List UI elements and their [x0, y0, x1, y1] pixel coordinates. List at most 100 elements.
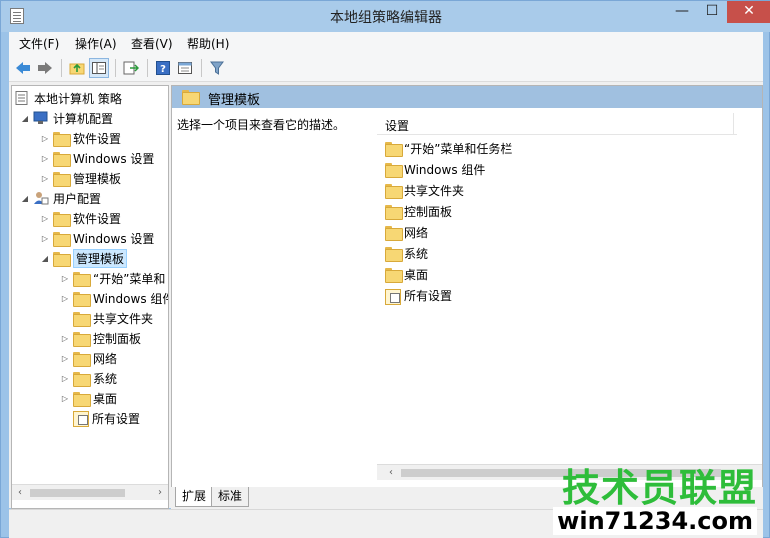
expand-icon[interactable]: ▷ — [40, 233, 50, 243]
tab-standard[interactable]: 标准 — [211, 487, 250, 507]
scroll-left-icon[interactable]: ‹ — [12, 485, 28, 501]
expand-icon[interactable]: ▷ — [60, 353, 70, 363]
menu-view[interactable]: 查看(V) — [127, 35, 177, 52]
folder-icon — [73, 391, 91, 407]
tree-pane[interactable]: 本地计算机 策略 ◢ 计算机配置 ▷ 软件设置 ▷ Windows 设置 ▷ 管… — [11, 85, 169, 509]
list-item-label: 网络 — [404, 226, 429, 240]
folder-icon — [182, 90, 200, 105]
tree-label: 系统 — [93, 371, 118, 386]
list-item-label: 共享文件夹 — [404, 184, 465, 198]
minimize-button[interactable]: — — [667, 1, 697, 23]
all-settings-icon — [73, 411, 89, 427]
tree-item[interactable]: ▷ Windows 组件 — [60, 288, 168, 308]
tree-label: 软件设置 — [73, 131, 122, 146]
expand-icon[interactable]: ▷ — [40, 213, 50, 223]
tree-item[interactable]: ▷ 控制面板 — [60, 328, 141, 348]
expander-placeholder — [60, 413, 70, 423]
list-item[interactable]: 所有设置 — [385, 285, 452, 306]
folder-icon — [73, 331, 91, 347]
folder-icon — [53, 251, 71, 267]
list-item[interactable]: 系统 — [385, 243, 428, 264]
details-pane: 管理模板 选择一个项目来查看它的描述。 设置 “开始”菜单和任务栏 Window… — [171, 85, 763, 509]
tree-item[interactable]: ▷ Windows 设置 — [40, 228, 154, 248]
up-folder-icon[interactable] — [67, 58, 87, 78]
tree-item[interactable]: ▷ Windows 设置 — [40, 148, 154, 168]
list-hscrollbar[interactable]: ‹ › — [377, 464, 762, 481]
tab-extended[interactable]: 扩展 — [175, 487, 214, 507]
tree-label: 本地计算机 策略 — [34, 91, 122, 106]
collapse-icon[interactable]: ◢ — [20, 113, 30, 123]
properties-icon[interactable] — [175, 58, 195, 78]
scroll-right-icon[interactable]: › — [742, 465, 758, 481]
maximize-button[interactable]: ☐ — [697, 1, 727, 23]
expand-icon[interactable]: ▷ — [60, 373, 70, 383]
tree-item[interactable]: 共享文件夹 — [60, 308, 153, 328]
tree-item[interactable]: ▷ 软件设置 — [40, 208, 121, 228]
expand-icon[interactable]: ▷ — [40, 133, 50, 143]
list-item-label: “开始”菜单和任务栏 — [404, 142, 513, 156]
collapse-icon[interactable]: ◢ — [20, 193, 30, 203]
list-item-label: 控制面板 — [404, 205, 453, 219]
filter-icon[interactable] — [207, 58, 227, 78]
tree-item-selected[interactable]: ◢ 管理模板 — [40, 248, 128, 268]
tree-item[interactable]: ▷ 系统 — [60, 368, 117, 388]
tree-user-config[interactable]: ◢ 用户配置 — [20, 188, 101, 208]
column-header-setting[interactable]: 设置 — [377, 113, 737, 135]
expand-icon[interactable]: ▷ — [60, 393, 70, 403]
list-item[interactable]: 网络 — [385, 222, 428, 243]
computer-icon — [33, 111, 48, 124]
toolbar-separator — [115, 59, 116, 77]
export-list-icon[interactable] — [121, 58, 141, 78]
list-item[interactable]: 共享文件夹 — [385, 180, 464, 201]
settings-list[interactable]: 设置 “开始”菜单和任务栏 Windows 组件 共享文件夹 控制面板 网络 系… — [377, 108, 762, 508]
tree-item[interactable]: ▷ 软件设置 — [40, 128, 121, 148]
description-area: 选择一个项目来查看它的描述。 — [172, 108, 377, 508]
show-hide-tree-icon[interactable] — [89, 58, 109, 78]
expand-icon[interactable]: ▷ — [40, 173, 50, 183]
toolbar: ? — [9, 54, 763, 82]
scroll-thumb[interactable] — [30, 489, 125, 497]
tree-item[interactable]: ▷ 网络 — [60, 348, 117, 368]
tree-item[interactable]: ▷ 管理模板 — [40, 168, 121, 188]
expand-icon[interactable]: ▷ — [60, 273, 70, 283]
help-icon[interactable]: ? — [153, 58, 173, 78]
menu-help[interactable]: 帮助(H) — [183, 35, 233, 52]
app-window: 本地组策略编辑器 — ☐ ✕ 文件(F) 操作(A) 查看(V) 帮助(H) ?… — [0, 0, 770, 538]
list-item-label: 系统 — [404, 247, 429, 261]
tree-label: 计算机配置 — [53, 111, 114, 126]
scroll-right-icon[interactable]: › — [152, 485, 168, 501]
tree-item[interactable]: 所有设置 — [60, 408, 140, 428]
list-item[interactable]: “开始”菜单和任务栏 — [385, 138, 512, 159]
forward-icon[interactable] — [35, 58, 55, 78]
list-item-label: 桌面 — [404, 268, 429, 282]
tree-label: 网络 — [93, 351, 118, 366]
menu-file[interactable]: 文件(F) — [15, 35, 63, 52]
list-item[interactable]: 控制面板 — [385, 201, 452, 222]
list-item[interactable]: 桌面 — [385, 264, 428, 285]
expand-icon[interactable]: ▷ — [40, 153, 50, 163]
scroll-thumb[interactable] — [401, 469, 721, 477]
back-icon[interactable] — [13, 58, 33, 78]
list-item[interactable]: Windows 组件 — [385, 159, 485, 180]
tree-item[interactable]: ▷ “开始”菜单和 — [60, 268, 165, 288]
tree-hscrollbar[interactable]: ‹ › — [12, 484, 168, 500]
tree-label: 共享文件夹 — [93, 311, 154, 326]
pane-header: 管理模板 — [172, 86, 762, 108]
expander-placeholder — [60, 313, 70, 323]
tree-item[interactable]: ▷ 桌面 — [60, 388, 117, 408]
folder-icon — [53, 151, 71, 167]
folder-icon — [53, 131, 71, 147]
tree-root[interactable]: 本地计算机 策略 — [14, 88, 122, 108]
scroll-left-icon[interactable]: ‹ — [383, 465, 399, 481]
tree-computer-config[interactable]: ◢ 计算机配置 — [20, 108, 113, 128]
tree-label: 管理模板 — [73, 171, 122, 186]
expand-icon[interactable]: ▷ — [60, 333, 70, 343]
column-divider[interactable] — [733, 113, 734, 135]
folder-icon — [73, 291, 91, 307]
tree-label: 控制面板 — [93, 331, 142, 346]
collapse-icon[interactable]: ◢ — [40, 253, 50, 263]
policy-doc-icon — [15, 91, 28, 105]
close-button[interactable]: ✕ — [727, 1, 770, 23]
expand-icon[interactable]: ▷ — [60, 293, 70, 303]
menu-action[interactable]: 操作(A) — [71, 35, 121, 52]
